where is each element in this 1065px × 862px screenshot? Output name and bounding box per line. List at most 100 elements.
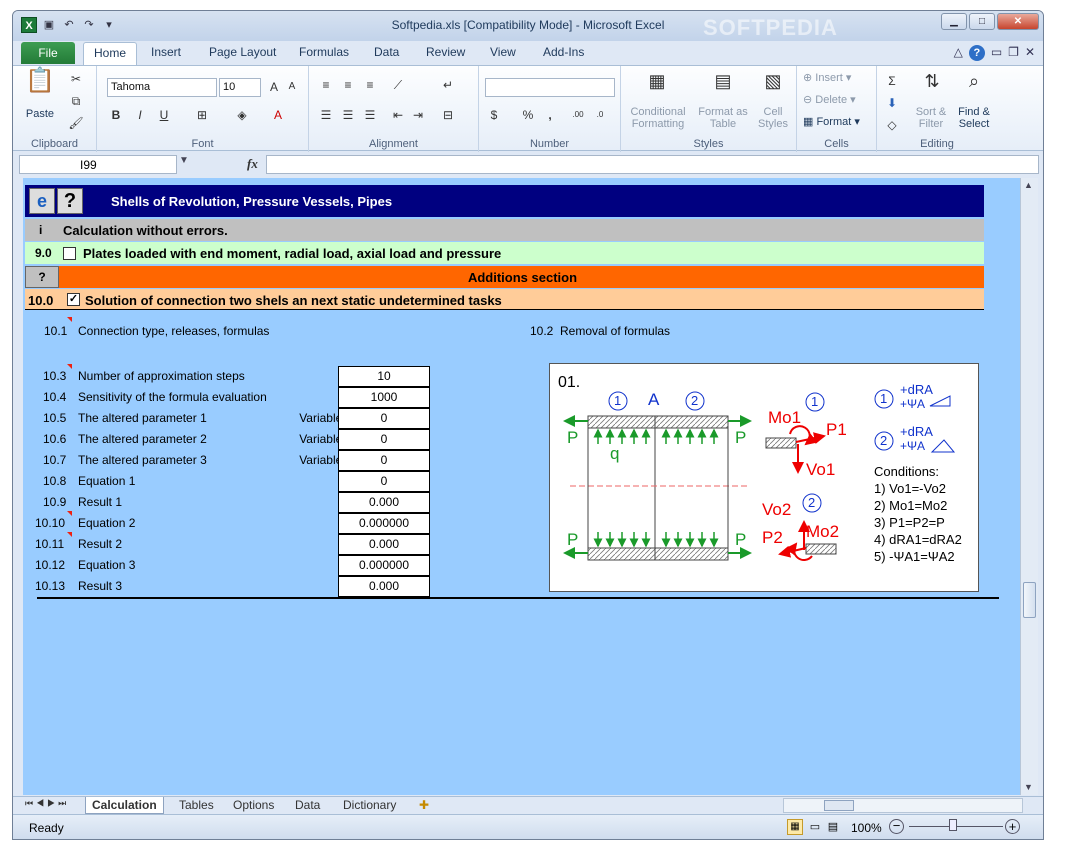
borders-icon[interactable]: ⊞ [193, 106, 211, 124]
sort-filter-icon[interactable]: ⇅ [919, 72, 945, 98]
vertical-scrollbar[interactable]: ▲ ▼ [1020, 178, 1038, 795]
find-select-icon[interactable]: ⌕ [961, 72, 987, 98]
name-box-dropdown-icon[interactable]: ▼ [179, 155, 189, 166]
help-button[interactable]: ? [57, 188, 83, 214]
increase-indent-icon[interactable]: ⇥ [409, 106, 427, 124]
cell-styles-button[interactable]: Cell Styles [753, 106, 793, 130]
doc-restore-icon[interactable]: ❐ [1008, 45, 1019, 61]
sheet-nav-arrows[interactable]: ⏮◀▶⏭ [25, 798, 69, 809]
minimize-ribbon-icon[interactable]: △ [954, 45, 963, 61]
row-value-cell[interactable]: 0.000 [338, 534, 430, 555]
zoom-out-icon[interactable]: − [889, 819, 904, 834]
tab-view[interactable]: View [490, 45, 516, 59]
shrink-font-icon[interactable]: A [283, 78, 301, 96]
additions-help[interactable]: ? [25, 266, 59, 288]
sort-filter-button[interactable]: Sort & Filter [911, 106, 951, 130]
row-value-cell[interactable]: 0 [338, 408, 430, 429]
conditional-formatting-icon[interactable]: ▦ [645, 72, 669, 96]
tab-home[interactable]: Home [83, 42, 138, 65]
section-9-checkbox[interactable] [63, 247, 76, 260]
percent-button[interactable]: % [519, 106, 537, 124]
decrease-indent-icon[interactable]: ⇤ [389, 106, 407, 124]
zoom-in-icon[interactable]: + [1005, 819, 1020, 834]
autosum-button[interactable]: Σ [883, 72, 901, 90]
align-left-icon[interactable]: ☰ [317, 106, 335, 124]
row-value-cell[interactable]: 0 [338, 429, 430, 450]
tab-formulas[interactable]: Formulas [299, 45, 349, 59]
italic-icon[interactable]: I [131, 106, 149, 124]
row-value-cell[interactable]: 0.000000 [338, 555, 430, 576]
paste-button[interactable]: Paste [21, 108, 59, 120]
number-format-combo[interactable] [485, 78, 615, 97]
sheet-tab-options[interactable]: Options [233, 798, 274, 812]
sheet-tab-calculation[interactable]: Calculation [85, 797, 164, 814]
align-top-icon[interactable]: ≡ [317, 76, 335, 94]
close-button[interactable]: ✕ [997, 13, 1039, 30]
zoom-level[interactable]: 100% [851, 821, 882, 835]
browser-icon[interactable]: e [29, 188, 55, 214]
align-bottom-icon[interactable]: ≡ [361, 76, 379, 94]
underline-icon[interactable]: U [155, 106, 173, 124]
format-cells-button[interactable]: ▦ Format ▾ [803, 116, 873, 128]
help-icon[interactable]: ? [968, 45, 985, 61]
name-box[interactable]: I99 [19, 155, 177, 174]
row-value-cell[interactable]: 0.000 [338, 576, 430, 597]
tab-review[interactable]: Review [426, 45, 465, 59]
wrap-text-icon[interactable]: ↵ [439, 76, 457, 94]
tab-file[interactable]: File [21, 42, 75, 64]
insert-function-button[interactable]: fx [247, 156, 258, 172]
format-as-table-button[interactable]: Format as Table [695, 106, 751, 130]
sheet-tab-tables[interactable]: Tables [179, 798, 214, 812]
page-break-view-icon[interactable]: ▤ [825, 819, 841, 835]
format-painter-icon[interactable]: 🖌 [67, 114, 85, 132]
currency-button[interactable]: $ [485, 106, 503, 124]
maximize-button[interactable]: □ [969, 13, 995, 30]
row-value-cell[interactable]: 0 [338, 450, 430, 471]
format-as-table-icon[interactable]: ▤ [711, 72, 735, 96]
grow-font-icon[interactable]: A [265, 78, 283, 96]
doc-close-icon[interactable]: ✕ [1025, 45, 1035, 61]
align-center-icon[interactable]: ☰ [339, 106, 357, 124]
minimize-button[interactable]: ▁ [941, 13, 967, 30]
orientation-icon[interactable]: ⟋ [389, 76, 407, 94]
tab-add-ins[interactable]: Add-Ins [543, 45, 584, 59]
cell-styles-icon[interactable]: ▧ [761, 72, 785, 96]
tab-data[interactable]: Data [374, 45, 399, 59]
sheet-tab-dictionary[interactable]: Dictionary [343, 798, 396, 812]
decrease-decimal-icon[interactable]: .0 [591, 106, 609, 124]
row-value-cell[interactable]: 0 [338, 471, 430, 492]
font-name-combo[interactable]: Tahoma [107, 78, 217, 97]
copy-icon[interactable]: ⧉ [67, 92, 85, 110]
row-10-1-link[interactable]: Connection type, releases, formulas [78, 324, 269, 338]
align-middle-icon[interactable]: ≡ [339, 76, 357, 94]
insert-cells-button[interactable]: ⊕ Insert ▾ [803, 72, 873, 84]
row-value-cell[interactable]: 1000 [338, 387, 430, 408]
comma-button[interactable]: , [541, 106, 559, 124]
font-size-combo[interactable]: 10 [219, 78, 261, 97]
clear-icon[interactable]: ◇ [883, 116, 901, 134]
section-10-checkbox[interactable]: ✓ [67, 293, 80, 306]
doc-minimize-icon[interactable]: ▭ [991, 45, 1002, 61]
insert-sheet-icon[interactable]: ✚ [419, 798, 429, 812]
cut-icon[interactable]: ✂ [67, 70, 85, 88]
scroll-thumb[interactable] [1023, 582, 1036, 618]
paste-icon[interactable]: 📋 [25, 69, 55, 102]
sheet-tab-data[interactable]: Data [295, 798, 320, 812]
tab-insert[interactable]: Insert [151, 45, 181, 59]
row-value-cell[interactable]: 0.000 [338, 492, 430, 513]
fill-icon[interactable]: ⬇ [883, 94, 901, 112]
tab-page-layout[interactable]: Page Layout [209, 45, 276, 59]
row-value-cell[interactable]: 10 [338, 366, 430, 387]
hscroll-thumb[interactable] [824, 800, 854, 811]
conditional-formatting-button[interactable]: Conditional Formatting [623, 106, 693, 130]
delete-cells-button[interactable]: ⊖ Delete ▾ [803, 94, 873, 106]
formula-input[interactable] [266, 155, 1039, 174]
scroll-up-icon[interactable]: ▲ [1024, 180, 1033, 190]
worksheet[interactable]: e ? Shells of Revolution, Pressure Vesse… [23, 178, 1020, 795]
increase-decimal-icon[interactable]: .00 [569, 106, 587, 124]
font-color-icon[interactable]: A [269, 106, 287, 124]
normal-view-icon[interactable]: ▦ [787, 819, 803, 835]
bold-icon[interactable]: B [107, 106, 125, 124]
merge-center-icon[interactable]: ⊟ [439, 106, 457, 124]
fill-color-icon[interactable]: ◈ [233, 106, 251, 124]
